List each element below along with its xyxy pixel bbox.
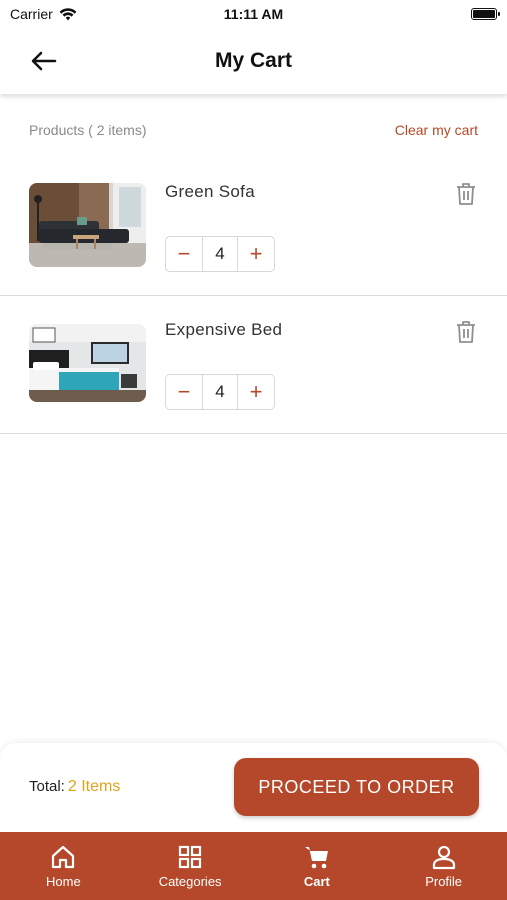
total-label: Total:	[29, 778, 65, 795]
header: My Cart	[0, 28, 507, 94]
home-icon	[52, 845, 75, 868]
page-title: My Cart	[214, 49, 293, 72]
delete-item-button[interactable]	[455, 320, 477, 344]
status-left: Carrier	[10, 6, 77, 22]
person-icon	[432, 845, 455, 869]
back-button[interactable]	[28, 45, 60, 77]
quantity-stepper: − 4 +	[165, 236, 275, 272]
increment-button[interactable]: +	[238, 237, 274, 271]
tab-home[interactable]: Home	[0, 832, 127, 900]
cart-item: Green Sofa − 4 +	[0, 158, 507, 296]
total-count: 2 Items	[67, 778, 121, 795]
tab-categories[interactable]: Categories	[127, 832, 254, 900]
tab-label: Cart	[303, 873, 330, 889]
clear-cart-link[interactable]: Clear my cart	[395, 122, 478, 138]
trash-icon	[457, 321, 475, 343]
decrement-button[interactable]: −	[166, 375, 202, 409]
wifi-icon	[59, 7, 77, 20]
decrement-button[interactable]: −	[166, 237, 202, 271]
trash-icon	[457, 183, 475, 205]
grid-icon	[179, 845, 202, 868]
tab-profile[interactable]: Profile	[380, 832, 507, 900]
product-name[interactable]: Expensive Bed	[165, 320, 282, 340]
status-bar: Carrier 11:11 AM	[0, 0, 507, 28]
product-image-bed[interactable]	[29, 324, 146, 402]
tab-label: Profile	[425, 873, 463, 889]
increment-button[interactable]: +	[238, 375, 274, 409]
total-summary: Total: 2 Items	[29, 778, 120, 796]
tab-cart[interactable]: Cart	[254, 832, 381, 900]
quantity-value: 4	[202, 375, 238, 409]
quantity-value: 4	[202, 237, 238, 271]
bottom-tab-bar: Home Categories Cart Profile	[0, 832, 507, 900]
cart-summary-row: Products ( 2 items) Clear my cart	[29, 122, 478, 138]
arrow-left-icon	[31, 51, 57, 71]
tab-label: Categories	[158, 873, 222, 889]
cart-item: Expensive Bed − 4 +	[0, 296, 507, 434]
quantity-stepper: − 4 +	[165, 374, 275, 410]
products-count: Products ( 2 items)	[29, 122, 147, 138]
carrier-label: Carrier	[10, 6, 53, 22]
cart-icon	[304, 846, 328, 868]
product-image-sofa[interactable]	[29, 183, 146, 267]
proceed-to-order-button[interactable]: PROCEED TO ORDER	[234, 758, 479, 816]
product-name[interactable]: Green Sofa	[165, 182, 255, 202]
checkout-bar: Total: 2 Items PROCEED TO ORDER	[0, 743, 507, 833]
tab-label: Home	[46, 873, 81, 889]
battery-icon	[471, 8, 500, 20]
delete-item-button[interactable]	[455, 182, 477, 206]
